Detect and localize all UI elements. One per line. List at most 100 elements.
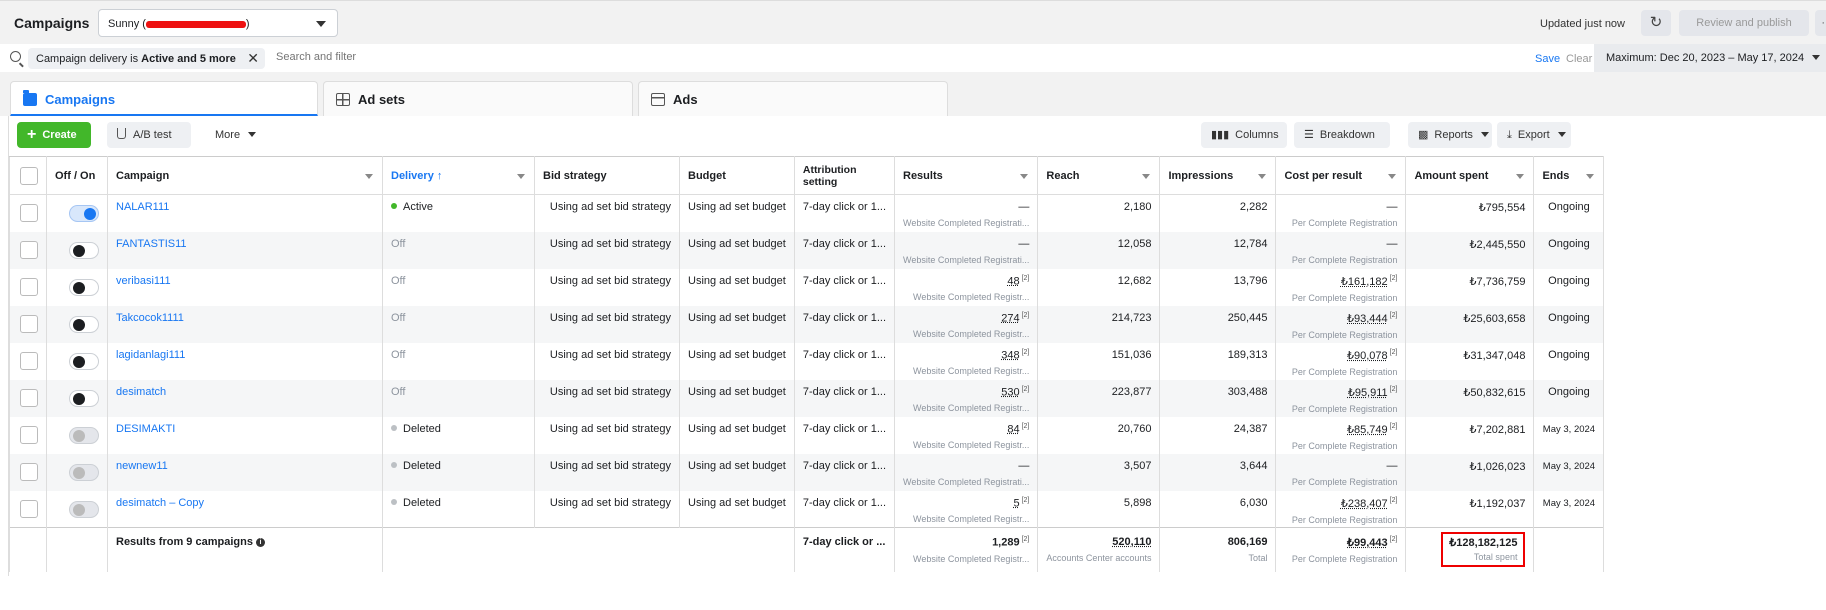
tab-campaigns[interactable]: Campaigns (10, 81, 318, 116)
delivery-toggle[interactable] (69, 316, 99, 333)
row-checkbox[interactable] (20, 500, 38, 518)
row-checkbox[interactable] (20, 241, 38, 259)
account-name-suffix: ) (246, 18, 250, 30)
row-checkbox[interactable] (20, 426, 38, 444)
toggle-knob (73, 282, 85, 294)
delivery-toggle[interactable] (69, 464, 99, 481)
campaign-name-link[interactable]: newnew11 (116, 460, 168, 472)
cost-per-result-value[interactable]: ₺85,749 (1347, 424, 1388, 436)
summary-cpr-value[interactable]: ₺99,443 (1347, 537, 1388, 549)
results-value[interactable]: — (1018, 201, 1029, 213)
table-row[interactable]: desimatch – Copy Deleted Using ad set bid … (10, 491, 1604, 528)
campaign-name-link[interactable]: desimatch – Copy (116, 497, 204, 509)
account-selector[interactable]: Sunny () (98, 9, 338, 37)
summary-impressions-value: 806,169 (1228, 536, 1268, 548)
ab-test-button[interactable]: A/B test (107, 122, 191, 148)
header-amount-spent[interactable]: Amount spent (1406, 157, 1534, 195)
row-checkbox[interactable] (20, 352, 38, 370)
row-toggle-cell (47, 417, 108, 454)
table-row[interactable]: veribasi111 Off Using ad set bid strategy U… (10, 269, 1604, 306)
create-button[interactable]: + Create (17, 122, 91, 148)
row-checkbox[interactable] (20, 204, 38, 222)
delivery-toggle[interactable] (69, 501, 99, 518)
cost-per-result-value[interactable]: ₺238,407 (1341, 498, 1388, 510)
reach-cell: 5,898 (1038, 491, 1160, 528)
row-checkbox[interactable] (20, 278, 38, 296)
breakdown-button[interactable]: ☰ Breakdown (1294, 122, 1390, 148)
table-row[interactable]: newnew11 Deleted Using ad set bid strategy… (10, 454, 1604, 491)
tab-ad-sets[interactable]: Ad sets (323, 81, 633, 116)
more-dropdown[interactable]: More (207, 122, 265, 148)
cost-per-result-value[interactable]: ₺93,444 (1347, 313, 1388, 325)
table-row[interactable]: DESIMAKTI Deleted Using ad set bid strateg… (10, 417, 1604, 454)
delivery-toggle[interactable] (69, 390, 99, 407)
tab-label: Campaigns (45, 92, 115, 107)
results-value[interactable]: 274 (1001, 312, 1019, 324)
results-value[interactable]: 48 (1007, 275, 1019, 287)
campaign-name-link[interactable]: NALAR111 (116, 201, 169, 213)
campaign-name-link[interactable]: lagidanlagi111 (116, 349, 185, 361)
results-value[interactable]: 348 (1001, 349, 1019, 361)
row-checkbox[interactable] (20, 463, 38, 481)
toggle-knob (73, 504, 85, 516)
campaign-name-link[interactable]: desimatch (116, 386, 166, 398)
header-attribution[interactable]: Attribution setting (794, 157, 894, 195)
header-delivery[interactable]: Delivery ↑ (383, 157, 535, 195)
ends-value: Ongoing (1548, 349, 1590, 361)
info-icon[interactable]: i (256, 538, 265, 547)
more-options-button[interactable]: ·· (1815, 10, 1826, 36)
clear-filter-link[interactable]: Clear (1566, 53, 1592, 65)
tab-ads[interactable]: Ads (638, 81, 948, 116)
header-campaign[interactable]: Campaign (108, 157, 383, 195)
filter-chip[interactable]: Campaign delivery is Active and 5 more ✕ (28, 48, 265, 69)
budget-cell: Using ad set budget (680, 343, 795, 380)
cost-per-result-value[interactable]: — (1386, 201, 1397, 213)
results-value[interactable]: 530 (1001, 386, 1019, 398)
header-cost-per-result[interactable]: Cost per result (1276, 157, 1406, 195)
columns-button[interactable]: ▮▮▮ Columns (1201, 122, 1287, 148)
summary-reach-value[interactable]: 520,110 (1112, 536, 1151, 548)
table-row[interactable]: FANTASTIS11 Off Using ad set bid strategy U… (10, 232, 1604, 269)
cost-per-result-value[interactable]: ₺161,182 (1341, 276, 1388, 288)
campaign-name-link[interactable]: FANTASTIS11 (116, 238, 187, 250)
row-checkbox[interactable] (20, 315, 38, 333)
results-value[interactable]: — (1018, 460, 1029, 472)
cost-per-result-value[interactable]: ₺95,911 (1348, 387, 1388, 399)
cost-per-result-value[interactable]: ₺90,078 (1347, 350, 1388, 362)
campaign-name-link[interactable]: Takcocok1111 (116, 312, 184, 324)
campaign-name-link[interactable]: veribasi111 (116, 275, 171, 287)
campaign-name-link[interactable]: DESIMAKTI (116, 423, 175, 435)
results-value[interactable]: 84 (1007, 423, 1019, 435)
header-reach[interactable]: Reach (1038, 157, 1160, 195)
select-all-checkbox[interactable] (20, 167, 38, 185)
date-range-picker[interactable]: Maximum: Dec 20, 2023 – May 17, 2024 (1594, 44, 1826, 72)
results-value[interactable]: 5 (1013, 497, 1019, 509)
table-row[interactable]: lagidanlagi111 Off Using ad set bid strate… (10, 343, 1604, 380)
delivery-toggle[interactable] (69, 427, 99, 444)
save-filter-link[interactable]: Save (1535, 53, 1560, 65)
results-cell: 348 [2] Website Completed Registr... (895, 343, 1038, 380)
cost-per-result-value[interactable]: — (1386, 460, 1397, 472)
results-value[interactable]: — (1018, 238, 1029, 250)
cost-per-result-value[interactable]: — (1386, 238, 1397, 250)
row-checkbox[interactable] (20, 389, 38, 407)
delivery-toggle[interactable] (69, 279, 99, 296)
search-input[interactable] (276, 51, 676, 63)
header-impressions[interactable]: Impressions (1160, 157, 1276, 195)
table-row[interactable]: desimatch Off Using ad set bid strategy Usi… (10, 380, 1604, 417)
delivery-toggle[interactable] (69, 353, 99, 370)
reports-button[interactable]: ▩ Reports (1408, 122, 1492, 148)
impressions-cell: 6,030 (1160, 491, 1276, 528)
refresh-button[interactable]: ↻ (1641, 10, 1671, 36)
header-budget[interactable]: Budget (680, 157, 795, 195)
export-button[interactable]: ⤓ Export (1497, 122, 1571, 148)
header-results[interactable]: Results (895, 157, 1038, 195)
header-ends[interactable]: Ends (1534, 157, 1604, 195)
review-publish-button[interactable]: Review and publish (1679, 10, 1809, 36)
delivery-toggle[interactable] (69, 205, 99, 222)
close-icon[interactable]: ✕ (247, 50, 259, 67)
header-bid-strategy[interactable]: Bid strategy (535, 157, 680, 195)
table-row[interactable]: Takcocok1111 Off Using ad set bid strategy… (10, 306, 1604, 343)
delivery-toggle[interactable] (69, 242, 99, 259)
table-row[interactable]: NALAR111 Active Using ad set bid strategy U… (10, 195, 1604, 232)
